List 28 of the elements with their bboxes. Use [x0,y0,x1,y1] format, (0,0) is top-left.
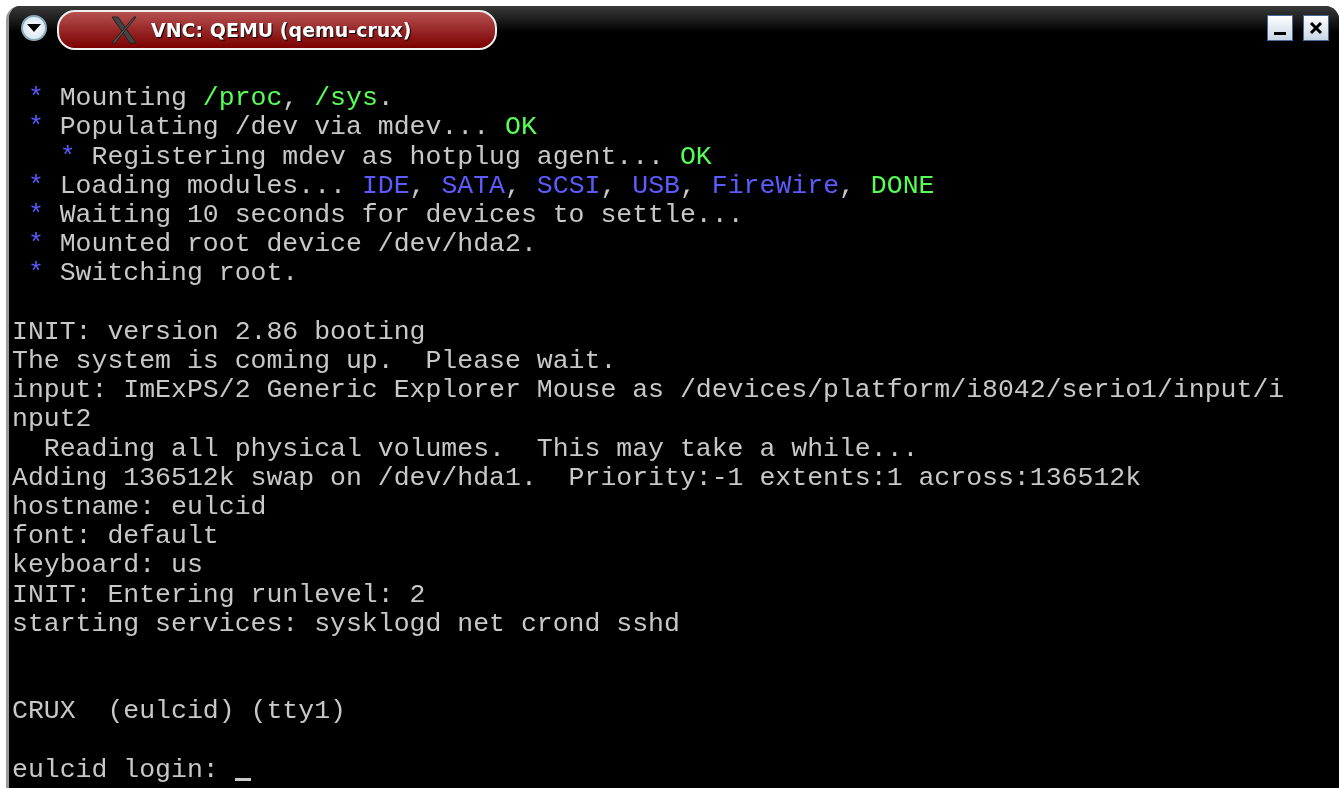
console-line: * Loading modules... IDE, SATA, SCSI, USB, FireWire, DONE [26,171,935,201]
close-icon [1309,21,1323,35]
console-line: input: ImExPS/2 Generic Explorer Mouse as /devices/platform/i8042/serio1/input/i [12,376,1285,406]
caret-icon [26,23,42,33]
window-title: VNC: QEMU (qemu-crux) [151,19,412,41]
console-line: hostname: eulcid [12,493,267,523]
console-line: * Mounting /proc, /sys. [26,82,394,114]
console-line: * Switching root. [26,259,299,289]
console-line: nput2 [12,405,92,435]
console-line: keyboard: us [12,551,203,581]
console-line: font: default [12,522,219,552]
console-line: INIT: Entering runlevel: 2 [12,580,426,610]
console-line: eulcid login: [12,726,251,785]
console-line: Reading all physical volumes. This may take a while... [42,434,919,464]
console-line: * Mounted root device /dev/hda2. [26,230,537,260]
close-button[interactable] [1303,15,1329,41]
window-menu-button[interactable] [21,15,47,41]
console-line: * Waiting 10 seconds for devices to settle... [26,201,744,231]
console-line: * Populating /dev via mdev... OK [26,113,537,143]
console-line: * Registering mdev as hotplug agent... OK [58,142,712,172]
console-line: Adding 136512k swap on /dev/hda1. Priority:-1 extents:1 across:136512k [12,463,1142,493]
console-line: CRUX (eulcid) (tty1) [12,695,346,727]
console-line: starting services: sysklogd net crond sshd [12,609,680,640]
console-line: INIT: version 2.86 booting [12,315,426,347]
x-logo-icon [109,15,139,45]
console-line: The system is coming up. Please wait. [12,347,617,377]
minimize-icon [1274,32,1286,35]
minimize-button[interactable] [1267,15,1293,41]
